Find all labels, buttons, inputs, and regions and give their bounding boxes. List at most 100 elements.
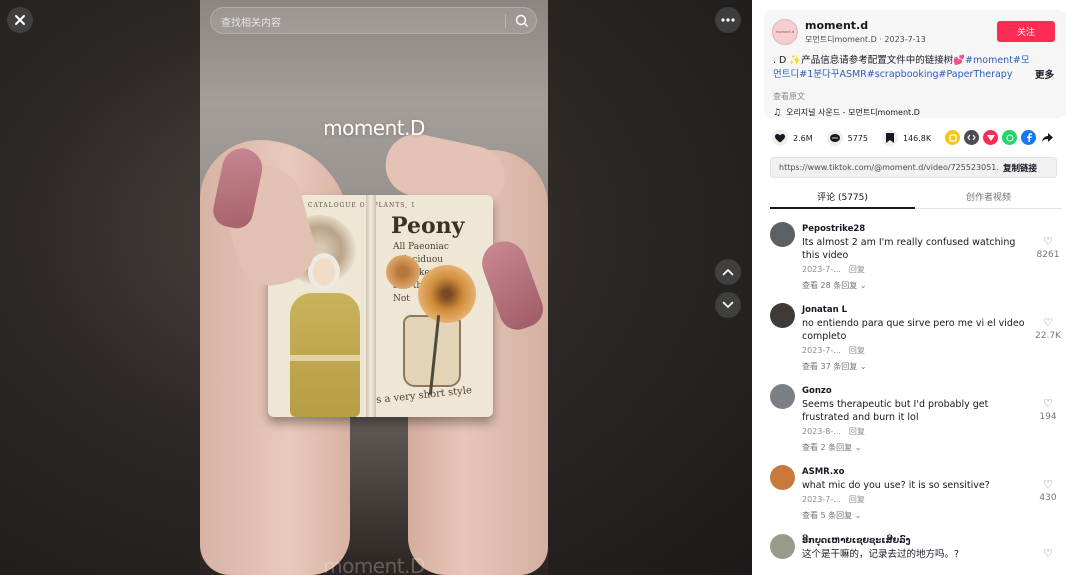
stats-row: 2.6M 5775 146.8K xyxy=(772,130,945,146)
video-watermark-bottom: moment.D xyxy=(323,554,425,575)
comment-like-button[interactable]: ♡ xyxy=(1032,548,1064,560)
lady-belt xyxy=(290,355,360,361)
comment-like-button[interactable]: ♡ 22.7K xyxy=(1032,317,1064,342)
see-original-link[interactable]: 查看原文 xyxy=(773,91,805,102)
hashtag-link[interactable]: #1분다꾸ASMR xyxy=(799,69,867,80)
comment-meta: 2023-8-... 回复 xyxy=(802,426,865,437)
comment-username[interactable]: Pepostrike28 xyxy=(802,224,865,234)
comment-like-button[interactable]: ♡ 194 xyxy=(1032,397,1064,423)
send-icon[interactable] xyxy=(983,130,998,145)
view-replies-button[interactable]: 查看 2 条回复 ⌄ xyxy=(802,442,861,453)
chevron-down-icon: ⌄ xyxy=(859,362,867,371)
chevron-down-icon: ⌄ xyxy=(854,443,862,452)
code-icon[interactable] xyxy=(964,130,979,145)
chevron-down-icon: ⌄ xyxy=(854,511,862,520)
hashtag-link[interactable]: #scrapbooking xyxy=(867,69,939,80)
music-link[interactable]: ♫ 오리지널 사운드 - 모먼트디moment.D xyxy=(773,107,920,118)
comment-meta: 2023-7-... 回复 xyxy=(802,345,865,356)
view-replies-button[interactable]: 查看 37 条回复 ⌄ xyxy=(802,361,867,372)
like-button[interactable]: 2.6M xyxy=(772,130,813,146)
heart-outline-icon: ♡ xyxy=(1043,478,1053,491)
close-icon xyxy=(15,15,25,25)
reply-button[interactable]: 回复 xyxy=(849,346,865,355)
avatar[interactable]: moment.d xyxy=(772,19,798,45)
comment-count: 5775 xyxy=(847,133,868,143)
more-options-button[interactable] xyxy=(715,7,741,33)
follow-button[interactable]: 关注 xyxy=(997,21,1055,42)
comment-date: 2023-7-... xyxy=(802,346,841,355)
video-stage[interactable]: CATALOGUE OF PLANTS, 1 Peony All Paeonia… xyxy=(0,0,752,575)
author-meta-separator: · xyxy=(879,35,882,44)
embed-icon[interactable] xyxy=(945,130,960,145)
close-button[interactable] xyxy=(7,7,33,33)
description-card: moment.d moment.d 모먼트디moment.D · 2023-7-… xyxy=(764,10,1066,118)
next-video-button[interactable] xyxy=(715,292,741,318)
book-spine xyxy=(366,195,376,417)
bookmark-icon xyxy=(881,130,898,146)
comment-username[interactable]: Gonzo xyxy=(802,386,832,396)
search-placeholder: 查找相关内容 xyxy=(221,18,281,29)
avatar[interactable] xyxy=(770,303,795,328)
comment-username[interactable]: ASMR.xo xyxy=(802,467,844,477)
view-replies-label: 查看 2 条回复 xyxy=(802,443,853,452)
tab-creator-videos[interactable]: 创作者视频 xyxy=(915,190,1062,203)
heart-outline-icon: ♡ xyxy=(1043,397,1053,410)
copy-link-button[interactable]: 复制链接 xyxy=(1003,162,1037,174)
comment-like-button[interactable]: ♡ 8261 xyxy=(1032,236,1064,261)
comment-username[interactable]: ອີກບຸດເຫາຍເຊຍຊະເສີຍລົງ xyxy=(802,536,910,546)
author-name[interactable]: moment.d xyxy=(805,19,868,32)
comment-text: Seems therapeutic but I'd probably get f… xyxy=(802,399,989,423)
forward-icon[interactable] xyxy=(1040,130,1055,145)
description-text: . D ✨产品信息请参考配置文件中的链接树💕 xyxy=(773,55,966,66)
search-input[interactable]: 查找相关内容 xyxy=(210,7,537,34)
facebook-icon[interactable] xyxy=(1021,130,1036,145)
hashtag-link[interactable]: #moment xyxy=(965,55,1013,66)
comment-like-button[interactable]: ♡ 430 xyxy=(1032,478,1064,504)
share-link-url[interactable]: https://www.tiktok.com/@moment.d/video/7… xyxy=(779,163,999,172)
comment-username[interactable]: Jonatan L xyxy=(802,305,847,315)
tab-comments[interactable]: 评论 (5775) xyxy=(770,190,915,203)
comment-like-count: 8261 xyxy=(1036,250,1060,260)
save-button[interactable]: 146.8K xyxy=(881,130,932,146)
chevron-up-icon xyxy=(722,269,734,276)
author-meta: 모먼트디moment.D · 2023-7-13 xyxy=(805,34,926,45)
previous-video-button[interactable] xyxy=(715,259,741,285)
hashtag-link[interactable]: #PaperTherapy xyxy=(939,69,1013,80)
heart-outline-icon: ♡ xyxy=(1043,547,1053,560)
reply-button[interactable]: 回复 xyxy=(849,427,865,436)
comment-button[interactable]: 5775 xyxy=(826,130,868,146)
save-count: 146.8K xyxy=(902,133,932,143)
heart-icon xyxy=(772,130,788,146)
book-title: Peony xyxy=(391,213,465,239)
share-link-box: https://www.tiktok.com/@moment.d/video/7… xyxy=(770,157,1057,178)
comment-text: no entiendo para que sirve pero me vi el… xyxy=(802,318,1025,342)
comment-date: 2023-8-... xyxy=(802,427,841,436)
avatar-logo-text: moment.d xyxy=(775,30,795,34)
whatsapp-icon[interactable] xyxy=(1002,130,1017,145)
video-player[interactable]: CATALOGUE OF PLANTS, 1 Peony All Paeonia… xyxy=(200,0,548,575)
search-icon[interactable] xyxy=(513,12,531,30)
more-icon xyxy=(721,18,735,22)
comment-date: 2023-7-... xyxy=(802,265,841,274)
comment-text: Its almost 2 am I'm really confused watc… xyxy=(802,237,1016,261)
avatar[interactable] xyxy=(770,384,795,409)
avatar[interactable] xyxy=(770,534,795,559)
comment-text: 这个是干嘛的，记录去过的地方吗。? xyxy=(802,549,960,560)
view-replies-label: 查看 28 条回复 xyxy=(802,281,858,290)
author-handle: 모먼트디moment.D xyxy=(805,35,877,44)
avatar[interactable] xyxy=(770,465,795,490)
side-panel: moment.d moment.d 모먼트디moment.D · 2023-7-… xyxy=(752,0,1080,575)
view-replies-button[interactable]: 查看 28 条回复 ⌄ xyxy=(802,280,867,291)
video-description: . D ✨产品信息请参考配置文件中的链接树💕#moment#모먼트디#1분다꾸A… xyxy=(773,54,1033,82)
avatar[interactable] xyxy=(770,222,795,247)
book-footer-text: s a very short style xyxy=(375,385,473,406)
reply-button[interactable]: 回复 xyxy=(849,495,865,504)
view-replies-button[interactable]: 查看 5 条回复 ⌄ xyxy=(802,510,861,521)
description-more-button[interactable]: 更多 xyxy=(1035,67,1054,81)
tab-active-indicator xyxy=(770,207,915,209)
view-replies-label: 查看 37 条回复 xyxy=(802,362,858,371)
flower-illustration-small xyxy=(386,255,420,289)
reply-button[interactable]: 回复 xyxy=(849,265,865,274)
share-icons xyxy=(945,130,1055,145)
flower-illustration-orange xyxy=(418,265,476,323)
